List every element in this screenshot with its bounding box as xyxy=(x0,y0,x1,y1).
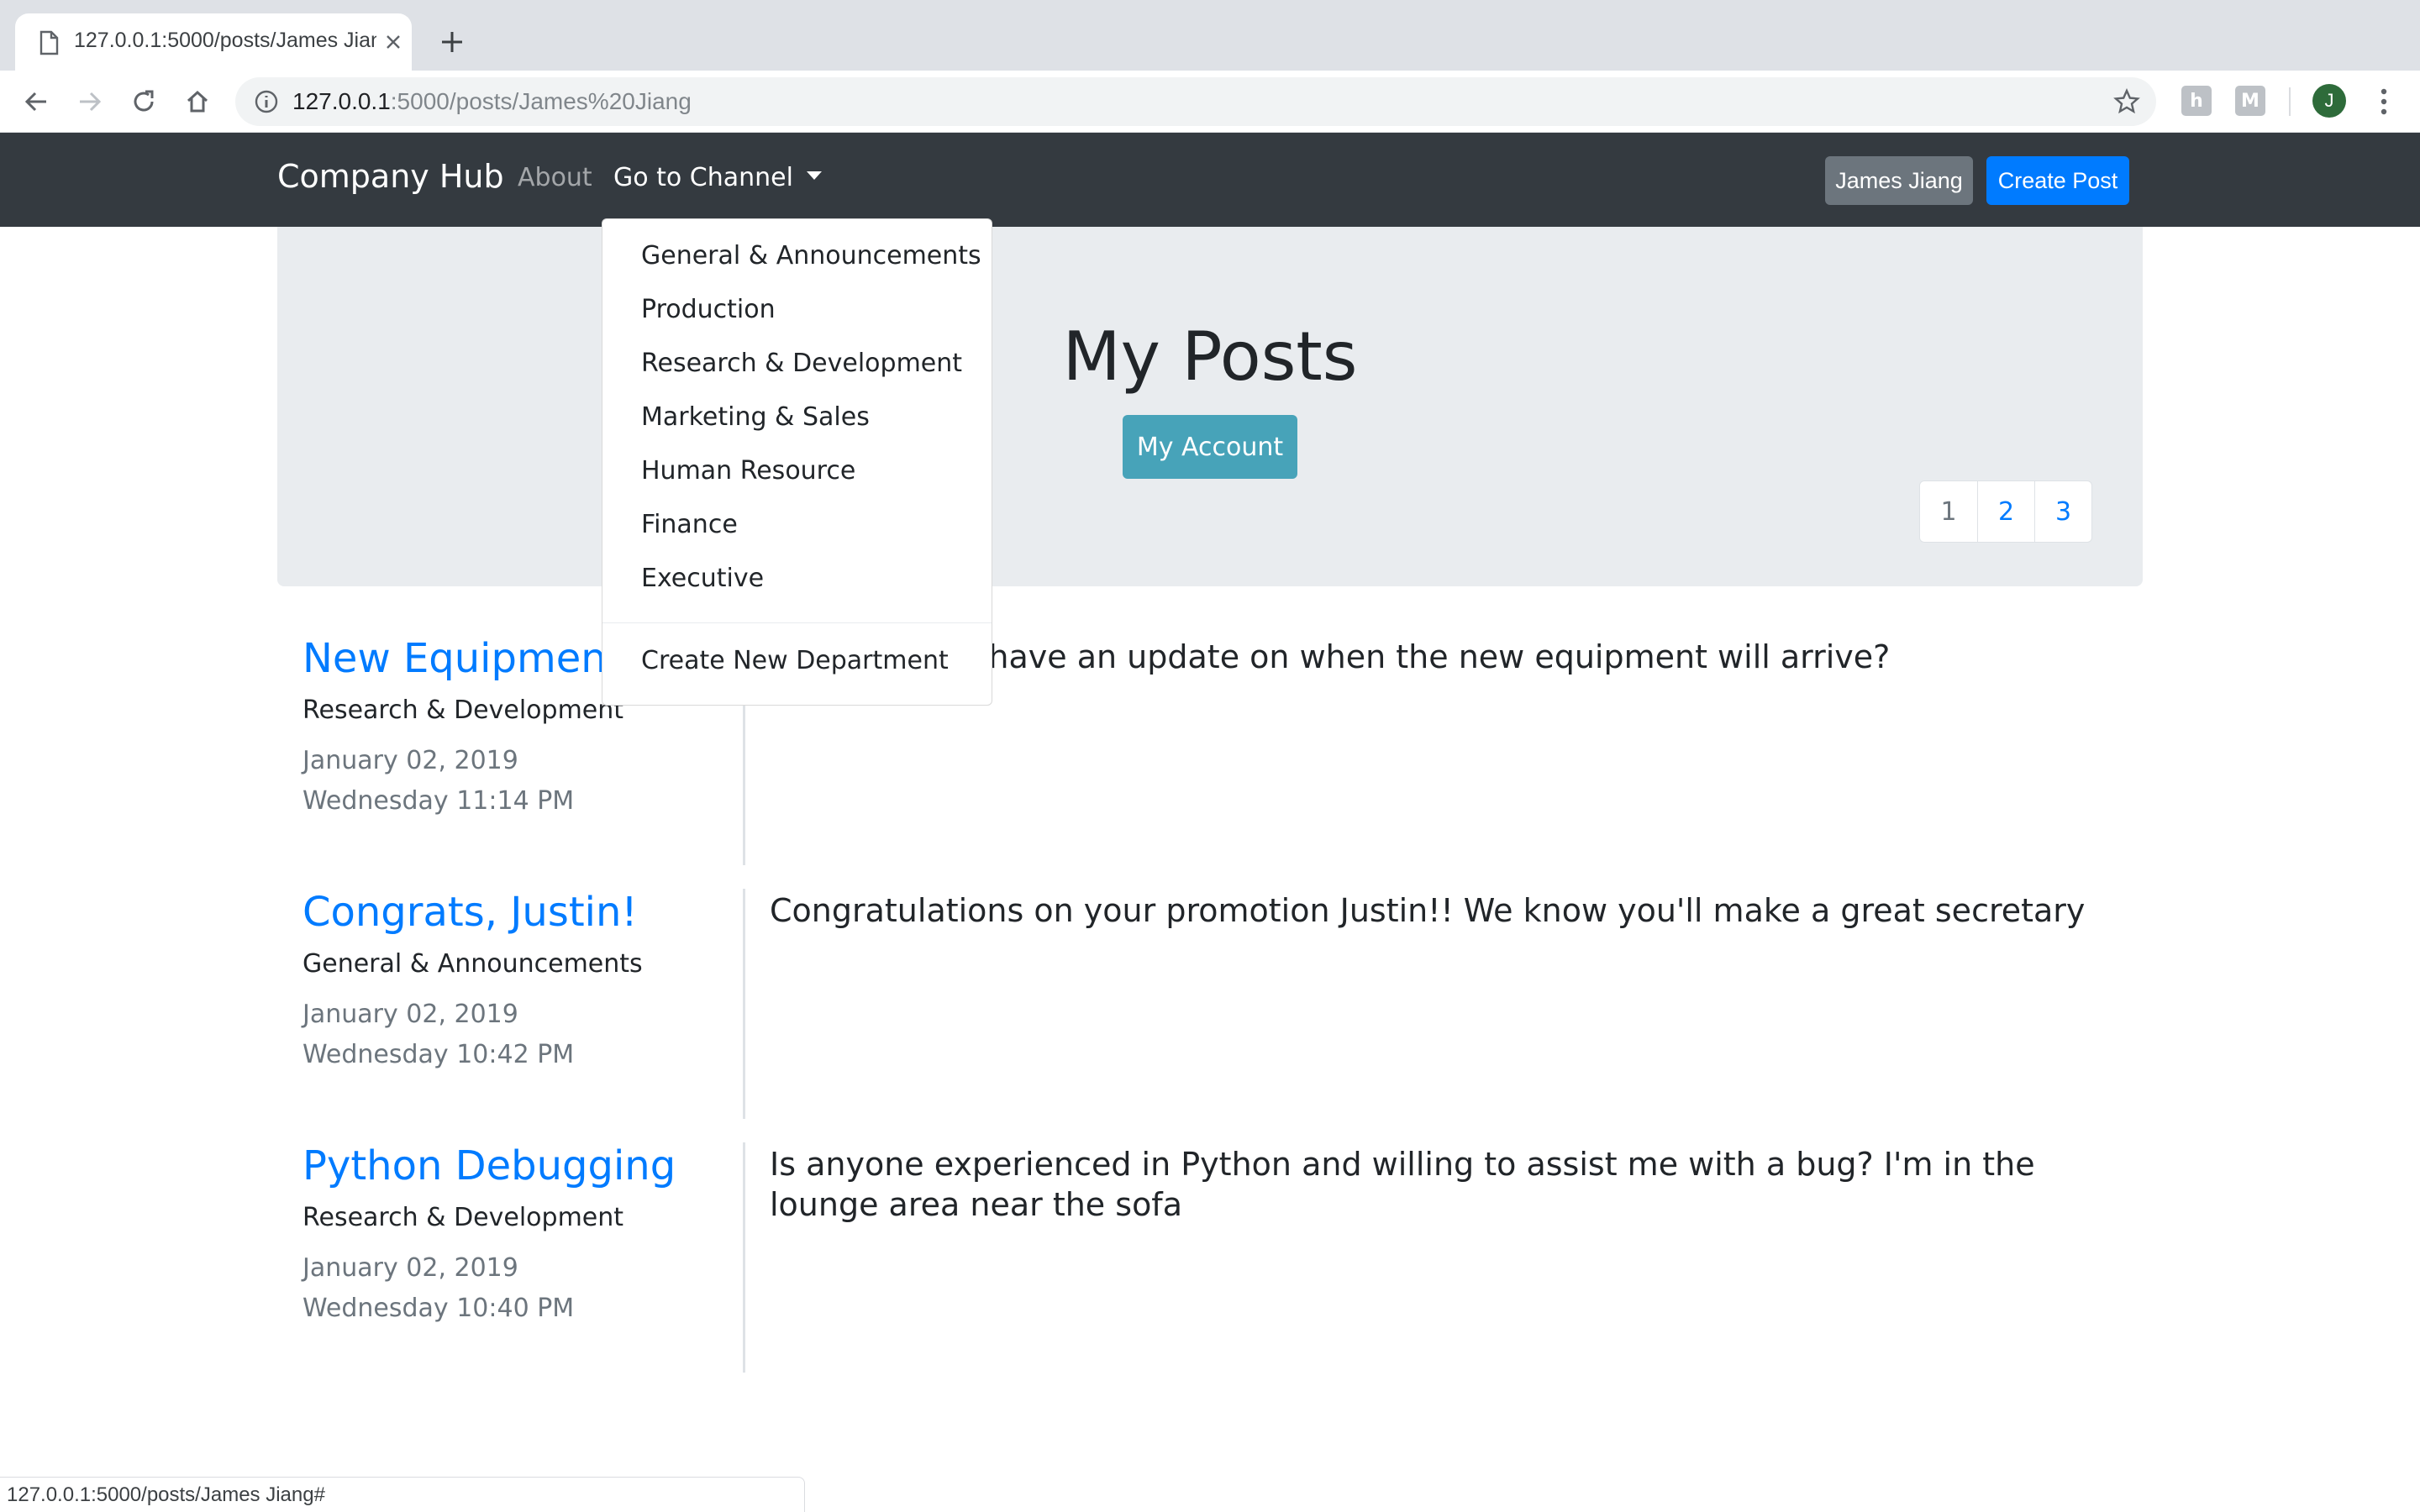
tab-title: 127.0.0.1:5000/posts/James Jiang xyxy=(74,29,376,52)
channel-dropdown-menu: General & Announcements Production Resea… xyxy=(602,218,992,706)
profile-avatar[interactable]: J xyxy=(2312,84,2346,118)
home-icon[interactable] xyxy=(178,82,217,121)
brand-link[interactable]: Company Hub xyxy=(277,158,504,195)
dropdown-item-general[interactable]: General & Announcements xyxy=(641,241,981,270)
page-title: My Posts xyxy=(1062,318,1358,396)
page-icon xyxy=(39,30,59,55)
post-title-link[interactable]: Python Debugging xyxy=(302,1142,676,1189)
post-title-link[interactable]: New Equipment xyxy=(302,635,623,682)
post-department: General & Announcements xyxy=(302,949,643,979)
pagination: 1 2 3 xyxy=(1919,480,2092,543)
post-date: January 02, 2019 xyxy=(302,1253,518,1283)
toolbar-separator xyxy=(2289,87,2291,116)
dropdown-item-executive[interactable]: Executive xyxy=(641,564,764,593)
more-menu-icon[interactable] xyxy=(2370,82,2398,121)
browser-tab[interactable]: 127.0.0.1:5000/posts/James Jiang xyxy=(15,13,412,71)
post-body: Congratulations on your promotion Justin… xyxy=(770,892,2086,929)
channel-toggle-label: Go to Channel xyxy=(613,163,793,192)
reload-icon[interactable] xyxy=(124,82,163,121)
h-extension-icon[interactable]: h xyxy=(2181,86,2212,116)
m-extension-icon[interactable]: M xyxy=(2235,86,2265,116)
dropdown-item-human-resource[interactable]: Human Resource xyxy=(641,456,855,486)
post-divider xyxy=(743,889,745,1119)
back-arrow-icon[interactable] xyxy=(17,82,55,121)
post-divider xyxy=(743,1142,745,1373)
url-text[interactable]: 127.0.0.1:5000/posts/James%20Jiang xyxy=(292,88,692,115)
dropdown-divider xyxy=(602,622,992,623)
status-bar-url: 127.0.0.1:5000/posts/James Jiang# xyxy=(0,1477,805,1512)
post-item: Congrats, Justin! General & Announcement… xyxy=(302,889,2143,1119)
channel-dropdown-toggle[interactable]: Go to Channel xyxy=(613,163,822,192)
dropdown-item-production[interactable]: Production xyxy=(641,295,776,324)
site-navbar: Company Hub About Go to Channel James Ji… xyxy=(0,133,2420,227)
post-item: Python Debugging Research & Development … xyxy=(302,1142,2143,1373)
page-link-3[interactable]: 3 xyxy=(2034,481,2091,542)
user-button[interactable]: James Jiang xyxy=(1825,156,1973,205)
post-title-link[interactable]: Congrats, Justin! xyxy=(302,889,638,936)
post-date: January 02, 2019 xyxy=(302,746,518,775)
address-bar[interactable]: 127.0.0.1:5000/posts/James%20Jiang xyxy=(235,77,2156,126)
dropdown-item-create-department[interactable]: Create New Department xyxy=(641,646,949,675)
post-department: Research & Development xyxy=(302,696,624,725)
dropdown-item-research[interactable]: Research & Development xyxy=(641,349,962,378)
dropdown-item-marketing[interactable]: Marketing & Sales xyxy=(641,402,870,432)
post-body: Is anyone experienced in Python and will… xyxy=(770,1146,2035,1223)
new-tab-icon[interactable] xyxy=(435,25,469,59)
post-time: Wednesday 11:14 PM xyxy=(302,786,575,816)
dropdown-item-finance[interactable]: Finance xyxy=(641,510,738,539)
bookmark-star-icon[interactable] xyxy=(2112,87,2141,116)
create-post-button[interactable]: Create Post xyxy=(1986,156,2129,205)
post-item: New Equipment Research & Development Jan… xyxy=(302,635,2143,865)
post-date: January 02, 2019 xyxy=(302,1000,518,1029)
page-link-1[interactable]: 1 xyxy=(1920,481,1977,542)
close-icon[interactable] xyxy=(380,29,407,55)
post-time: Wednesday 10:42 PM xyxy=(302,1040,575,1069)
jumbotron: My Posts My Account 1 2 3 xyxy=(277,227,2143,586)
page-link-2[interactable]: 2 xyxy=(1977,481,2034,542)
caret-down-icon xyxy=(806,171,822,180)
forward-arrow-icon[interactable] xyxy=(71,82,109,121)
browser-tab-strip: 127.0.0.1:5000/posts/James Jiang xyxy=(0,0,2420,71)
info-icon[interactable] xyxy=(254,89,279,114)
post-department: Research & Development xyxy=(302,1203,624,1232)
nav-about-link[interactable]: About xyxy=(518,163,592,192)
post-time: Wednesday 10:40 PM xyxy=(302,1294,575,1323)
browser-toolbar: 127.0.0.1:5000/posts/James%20Jiang h M J xyxy=(0,71,2420,133)
my-account-button[interactable]: My Account xyxy=(1123,415,1297,479)
